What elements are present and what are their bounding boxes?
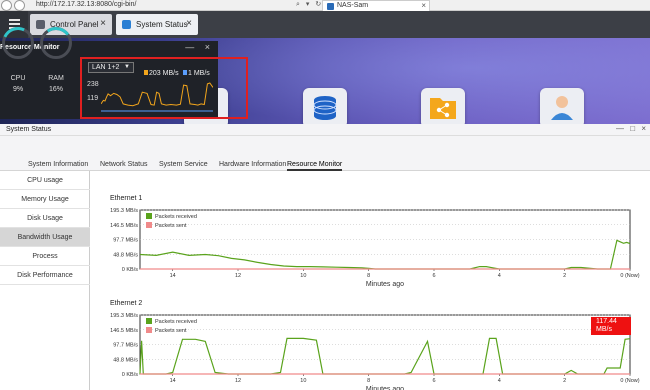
users-icon[interactable] (540, 88, 584, 124)
sidebar: CPU usage Memory Usage Disk Usage Bandwi… (0, 171, 90, 390)
y-tick-label: 48.8 MB/s (113, 357, 138, 363)
legend-swatch (146, 222, 152, 228)
x-tick-label: 10 (300, 378, 306, 384)
y-tick-label: 48.8 MB/s (113, 252, 138, 258)
window-controls[interactable]: — □ × (616, 124, 648, 133)
storage-icon[interactable] (303, 88, 347, 124)
window-titlebar: System Status — □ × (0, 124, 650, 136)
legend-label: Packets received (155, 319, 197, 325)
tab-system-information[interactable]: System Information (28, 161, 88, 168)
search-refresh-icons[interactable]: ⌕ ▾ ↻ (296, 0, 323, 9)
chart-tooltip: 117.44 MB/s (591, 317, 631, 335)
hamburger-icon-line (9, 23, 20, 25)
tab-hardware-information[interactable]: Hardware Information (219, 161, 286, 168)
x-tick-label: 14 (170, 273, 176, 279)
url-input[interactable]: http://172.17.32.13:8080/cgi-bin/ (36, 1, 136, 8)
tab-system-status[interactable]: System Status × (116, 14, 198, 35)
tab-bar: System Information Network Status System… (0, 136, 650, 171)
cpu-label: CPU (10, 75, 26, 82)
sidebar-item-disk-usage[interactable]: Disk Usage (0, 209, 90, 228)
x-tick-label: 4 (498, 273, 501, 279)
bandwidth-chart-ethernet-1: 195.3 MB/s 146.5 MB/s 97.7 MB/s 48.8 MB/s 0 … (110, 208, 640, 288)
plot-area (139, 314, 631, 375)
x-tick-label: 12 (235, 273, 241, 279)
plot-area (139, 209, 631, 270)
back-icon[interactable] (1, 0, 12, 11)
y-tick-label: 97.7 MB/s (113, 343, 138, 349)
ram-value: 16% (48, 86, 63, 93)
sidebar-item-label: Disk Usage (27, 215, 63, 222)
sidebar-item-process[interactable]: Process (0, 247, 90, 266)
y-tick-label: 146.5 MB/s (110, 223, 138, 229)
sidebar-item-label: Memory Usage (21, 196, 69, 203)
y-tick-label: 97.7 MB/s (113, 238, 138, 244)
share-folder-icon (430, 98, 456, 119)
close-icon[interactable]: × (421, 1, 426, 10)
browser-tab[interactable]: NAS-Sam × (322, 0, 430, 11)
y-tick-label: 195.3 MB/s (110, 313, 138, 319)
widget-controls[interactable]: — × (185, 42, 214, 52)
person-icon (551, 96, 573, 120)
browser-address-bar: http://172.17.32.13:8080/cgi-bin/ ⌕ ▾ ↻ … (0, 0, 650, 11)
close-icon[interactable]: × (100, 18, 106, 29)
tab-label: System Status (136, 20, 188, 29)
window-title: System Status (6, 126, 52, 133)
sidebar-item-label: Bandwidth Usage (17, 234, 73, 241)
tab-resource-monitor[interactable]: Resource Monitor (287, 161, 343, 171)
x-axis-label: Minutes ago (366, 386, 404, 390)
close-icon[interactable]: × (186, 18, 192, 29)
highlight-box (80, 57, 248, 119)
legend-swatch (146, 318, 152, 324)
sidebar-item-disk-performance[interactable]: Disk Performance (0, 266, 90, 285)
sidebar-item-cpu-usage[interactable]: CPU usage (0, 171, 90, 190)
x-tick-label: 12 (235, 378, 241, 384)
browser-tab-label: NAS-Sam (337, 2, 369, 9)
sidebar-item-label: Disk Performance (17, 272, 73, 279)
sidebar-item-label: Process (32, 253, 58, 260)
legend-label: Packets sent (155, 328, 187, 334)
favicon-icon (327, 3, 334, 10)
x-tick-label: 14 (170, 378, 176, 384)
tooltip-value: 117.44 MB/s (596, 318, 617, 333)
legend-swatch (146, 327, 152, 333)
cpu-value: 9% (12, 86, 24, 93)
x-tick-label: 2 (563, 273, 566, 279)
y-tick-label: 0 KB/s (122, 372, 138, 378)
sidebar-item-bandwidth-usage[interactable]: Bandwidth Usage (0, 228, 90, 247)
chart-title-ethernet-1: Ethernet 1 (110, 195, 143, 202)
x-tick-label: 0 (Now) (620, 378, 639, 384)
x-tick-label: 6 (432, 378, 435, 384)
hamburger-icon (9, 19, 20, 21)
chart-title-ethernet-2: Ethernet 2 (110, 300, 143, 307)
monitor-icon (122, 20, 131, 29)
x-axis-label: Minutes ago (366, 281, 404, 288)
tab-system-service[interactable]: System Service (159, 161, 208, 168)
database-icon (313, 96, 337, 120)
x-tick-label: 10 (300, 273, 306, 279)
legend-label: Packets sent (155, 223, 187, 229)
y-tick-label: 195.3 MB/s (110, 208, 138, 214)
gear-icon (36, 20, 45, 29)
y-tick-label: 0 KB/s (122, 267, 138, 273)
x-tick-label: 8 (367, 273, 370, 279)
x-tick-label: 8 (367, 378, 370, 384)
tab-control-panel[interactable]: Control Panel × (30, 14, 112, 35)
taskbar: Control Panel × System Status × (0, 11, 650, 38)
x-tick-label: 2 (563, 378, 566, 384)
ram-label: RAM (48, 75, 64, 82)
y-tick-label: 146.5 MB/s (110, 328, 138, 334)
tab-network-status[interactable]: Network Status (100, 161, 147, 168)
x-tick-label: 0 (Now) (620, 273, 639, 279)
forward-icon[interactable] (14, 0, 25, 11)
legend-swatch (146, 213, 152, 219)
sidebar-item-label: CPU usage (27, 177, 63, 184)
x-tick-label: 6 (432, 273, 435, 279)
file-station-icon[interactable] (421, 88, 465, 124)
x-tick-label: 4 (498, 378, 501, 384)
sidebar-item-memory-usage[interactable]: Memory Usage (0, 190, 90, 209)
legend-label: Packets received (155, 214, 197, 220)
bandwidth-chart-ethernet-2[interactable]: 195.3 MB/s 146.5 MB/s 97.7 MB/s 48.8 MB/s 0 … (108, 311, 640, 390)
